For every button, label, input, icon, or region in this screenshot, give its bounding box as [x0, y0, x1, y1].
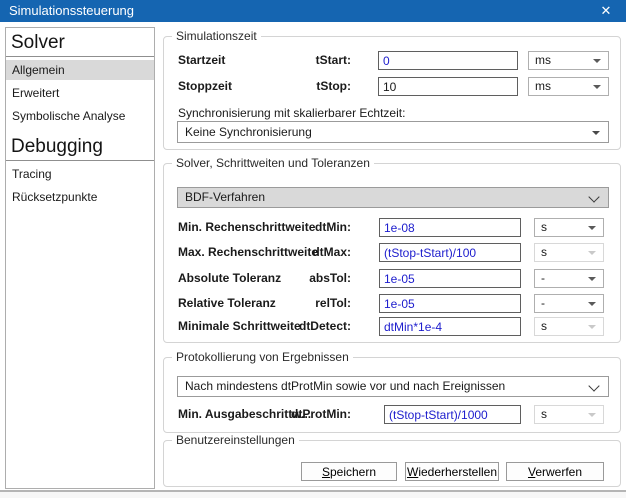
- reltol-unit-value: -: [541, 296, 545, 310]
- tstart-var-label: tStart:: [316, 53, 351, 67]
- group-title-benutzereinstellungen: Benutzereinstellungen: [172, 433, 299, 447]
- tstart-unit-value: ms: [535, 53, 551, 67]
- dtmax-unit-combo: s: [534, 243, 604, 262]
- abstol-unit-value: -: [541, 271, 545, 285]
- tstop-unit-value: ms: [535, 79, 551, 93]
- dtmax-var-label: dtMax:: [312, 245, 351, 259]
- dtmax-label: Max. Rechenschrittweite: [178, 245, 318, 259]
- dtmin-input[interactable]: [379, 218, 521, 237]
- dropdown-arrow-icon: [588, 325, 596, 329]
- simulation-control-dialog: Simulationssteuerung ✕ Solver Allgemein …: [0, 0, 626, 498]
- wiederherstellen-button[interactable]: Wiederherstellen: [405, 462, 499, 481]
- verwerfen-button[interactable]: Verwerfen: [506, 462, 604, 481]
- tstart-input[interactable]: [378, 51, 518, 70]
- tstop-input[interactable]: [378, 77, 518, 96]
- sync-label: Synchronisierung mit skalierbarer Echtze…: [178, 106, 405, 120]
- solver-method-value: BDF-Verfahren: [185, 190, 265, 204]
- dropdown-arrow-icon: [588, 277, 596, 281]
- dtmax-unit-value: s: [541, 245, 547, 259]
- dtdetect-input[interactable]: [379, 317, 521, 336]
- dropdown-arrow-icon: [588, 251, 596, 255]
- dtprotmin-var-label: dtProtMin:: [291, 407, 351, 421]
- sync-combo[interactable]: Keine Synchronisierung: [177, 121, 609, 143]
- dtmax-input[interactable]: [379, 243, 521, 262]
- tstop-unit-combo[interactable]: ms: [528, 77, 609, 96]
- chevron-down-icon: [588, 191, 599, 202]
- close-icon[interactable]: ✕: [586, 0, 626, 22]
- group-solver: Solver, Schrittweiten und Toleranzen BDF…: [163, 163, 621, 343]
- reltol-unit-combo[interactable]: -: [534, 294, 604, 313]
- dropdown-arrow-icon: [588, 302, 596, 306]
- solver-method-combo[interactable]: BDF-Verfahren: [177, 187, 609, 208]
- dtmin-label: Min. Rechenschrittweite: [178, 220, 315, 234]
- dtprotmin-unit-value: s: [541, 407, 547, 421]
- reltol-label: Relative Toleranz: [178, 296, 276, 310]
- stoppzeit-label: Stoppzeit: [178, 79, 232, 93]
- sidebar-item-ruecksetzpunkte[interactable]: Rücksetzpunkte: [6, 187, 154, 207]
- sidebar: Solver Allgemein Erweitert Symbolische A…: [5, 27, 155, 489]
- group-title-solver: Solver, Schrittweiten und Toleranzen: [172, 156, 374, 170]
- dtdetect-var-label: dtDetect:: [299, 319, 351, 333]
- window-bottom-edge: [0, 492, 626, 498]
- group-benutzereinstellungen: Benutzereinstellungen Speichern Wiederhe…: [163, 440, 621, 487]
- dropdown-arrow-icon: [588, 226, 596, 230]
- dtmin-var-label: dtMin:: [315, 220, 351, 234]
- logging-mode-value: Nach mindestens dtProtMin sowie vor und …: [185, 379, 505, 393]
- abstol-label: Absolute Toleranz: [178, 271, 281, 285]
- sidebar-section-debugging: Debugging: [6, 135, 154, 161]
- sidebar-item-allgemein[interactable]: Allgemein: [6, 60, 154, 80]
- startzeit-label: Startzeit: [178, 53, 225, 67]
- reltol-var-label: relTol:: [315, 296, 351, 310]
- group-protokollierung: Protokollierung von Ergebnissen Nach min…: [163, 357, 621, 433]
- group-title-simulationszeit: Simulationszeit: [172, 29, 261, 43]
- tstop-var-label: tStop:: [316, 79, 351, 93]
- abstol-var-label: absTol:: [309, 271, 351, 285]
- reltol-input[interactable]: [379, 294, 521, 313]
- sync-combo-value: Keine Synchronisierung: [185, 125, 312, 139]
- logging-mode-combo[interactable]: Nach mindestens dtProtMin sowie vor und …: [177, 376, 609, 397]
- group-simulationszeit: Simulationszeit Startzeit tStart: ms Sto…: [163, 36, 621, 150]
- sidebar-item-symbolische-analyse[interactable]: Symbolische Analyse: [6, 106, 154, 126]
- speichern-button[interactable]: Speichern: [301, 462, 397, 481]
- dtdetect-unit-combo: s: [534, 317, 604, 336]
- sidebar-item-erweitert[interactable]: Erweitert: [6, 83, 154, 103]
- dropdown-arrow-icon: [588, 413, 596, 417]
- window-title: Simulationssteuerung: [9, 3, 134, 18]
- dropdown-arrow-icon: [593, 85, 601, 89]
- dtdetect-unit-value: s: [541, 319, 547, 333]
- dropdown-arrow-icon: [592, 131, 600, 135]
- abstol-input[interactable]: [379, 269, 521, 288]
- tstart-unit-combo[interactable]: ms: [528, 51, 609, 70]
- title-bar: Simulationssteuerung ✕: [0, 0, 626, 22]
- dtmin-unit-combo[interactable]: s: [534, 218, 604, 237]
- sidebar-item-tracing[interactable]: Tracing: [6, 164, 154, 184]
- group-title-protokollierung: Protokollierung von Ergebnissen: [172, 350, 353, 364]
- dropdown-arrow-icon: [593, 59, 601, 63]
- dtprotmin-unit-combo: s: [534, 405, 604, 424]
- dtmin-unit-value: s: [541, 220, 547, 234]
- chevron-down-icon: [588, 380, 599, 391]
- dtprotmin-input[interactable]: [384, 405, 521, 424]
- sidebar-section-solver: Solver: [6, 31, 154, 57]
- abstol-unit-combo[interactable]: -: [534, 269, 604, 288]
- dtdetect-label: Minimale Schrittweite: [178, 319, 301, 333]
